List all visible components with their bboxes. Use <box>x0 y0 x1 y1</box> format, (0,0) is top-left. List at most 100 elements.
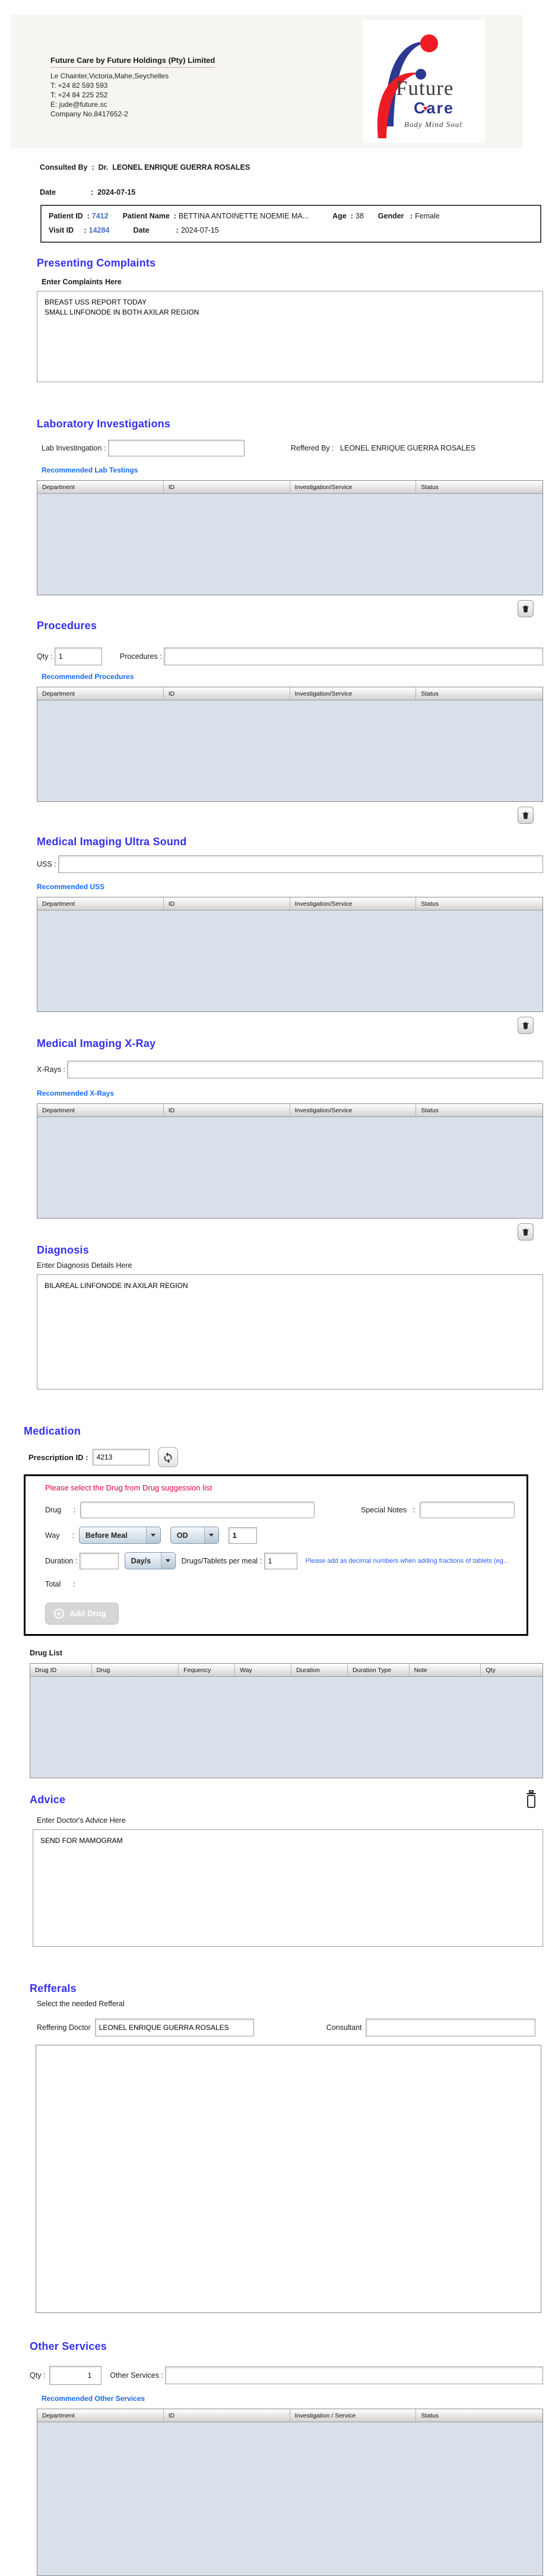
procedures-field-label: Procedures : <box>120 652 164 661</box>
xray-col-status: Status <box>416 1104 543 1116</box>
uss-input[interactable] <box>58 855 543 873</box>
patient-id-value: 7412 <box>92 212 109 220</box>
lab-delete-button[interactable] <box>518 600 534 617</box>
add-drug-label: Add Drug <box>69 1609 106 1618</box>
chevron-down-icon <box>204 1527 218 1543</box>
patient-gender-label: Gender : <box>378 212 413 220</box>
trash-icon <box>521 810 530 820</box>
drug-list-table-body <box>30 1677 543 1778</box>
visit-id-label: Visit ID : <box>49 226 87 234</box>
logo-word-care: Care ♥ <box>414 99 462 118</box>
uss-delete-button[interactable] <box>518 1017 534 1034</box>
other-services-table: Department ID Investigation / Service St… <box>37 2409 543 2576</box>
chevron-down-icon <box>146 1527 160 1543</box>
patient-name-value: BETTINA ANTOINETTE NOEMIE MA... <box>179 212 309 220</box>
complaints-textarea[interactable]: BREAST USS REPORT TODAY SMALL LINFONODE … <box>37 291 543 382</box>
patient-name-label: Patient Name : <box>123 212 176 220</box>
refferals-title: Refferals <box>30 1982 552 1995</box>
drug-suggestion-warning: Please select the Drug from Drug suggess… <box>45 1483 526 1492</box>
trash-icon <box>521 1227 530 1237</box>
os-col-investigation: Investigation / Service <box>290 2409 417 2422</box>
drug-col-qty: Qty <box>481 1664 543 1676</box>
uss-table: Department ID Investigation/Service Stat… <box>37 897 543 1012</box>
duration-input[interactable] <box>80 1553 119 1569</box>
recommended-xray-link[interactable]: Recommended X-Rays <box>37 1089 552 1097</box>
laboratory-title: Laboratory Investigations <box>37 418 552 430</box>
uss-col-id: ID <box>164 897 290 910</box>
drug-input[interactable] <box>80 1502 315 1518</box>
lab-investigation-input[interactable] <box>108 440 245 456</box>
meal-select[interactable]: Before Meal <box>79 1527 161 1544</box>
recommended-lab-testings-link[interactable]: Recommended Lab Testings <box>42 466 552 474</box>
os-field-label: Other Services : <box>110 2371 165 2380</box>
xray-label: X-Rays : <box>37 1065 67 1074</box>
xray-delete-button[interactable] <box>518 1223 534 1241</box>
drug-label: Drug : <box>45 1506 75 1514</box>
os-col-id: ID <box>164 2409 290 2422</box>
duration-type-value: Day/s <box>125 1553 161 1569</box>
duration-type-select[interactable]: Day/s <box>125 1552 176 1569</box>
patient-age-label: Age : <box>332 212 353 220</box>
procedures-qty-label: Qty : <box>37 652 55 661</box>
per-meal-input[interactable] <box>264 1553 297 1569</box>
drug-col-note: Note <box>410 1664 481 1676</box>
prescription-refresh-button[interactable] <box>158 1447 178 1467</box>
diagnosis-textarea[interactable]: BILAREAL LINFONODE IN AXILAR REGION <box>37 1274 543 1389</box>
recommended-procedures-link[interactable]: Recommended Procedures <box>42 672 552 681</box>
recommended-other-services-link[interactable]: Recommended Other Services <box>42 2394 552 2403</box>
xray-input[interactable] <box>67 1061 543 1078</box>
visit-date-label: Date : <box>133 226 178 234</box>
prescription-id-label: Prescription ID : <box>28 1453 93 1462</box>
lab-testings-table: Department ID Investigation/Service Stat… <box>37 480 543 595</box>
logo-tagline: Body Mind Soul <box>404 120 462 129</box>
special-notes-input[interactable] <box>420 1502 515 1518</box>
os-col-department: Department <box>37 2409 164 2422</box>
company-logo: Future Care ♥ Body Mind Soul <box>363 20 485 143</box>
advice-delete-button[interactable] <box>522 1788 540 1812</box>
reffering-doctor-input[interactable] <box>95 2019 254 2036</box>
consult-date-value: 2024-07-15 <box>97 188 135 196</box>
visit-date-value: 2024-07-15 <box>181 226 219 234</box>
add-drug-button[interactable]: + Add Drug <box>45 1603 119 1625</box>
consultant-input[interactable] <box>366 2019 535 2036</box>
proc-col-id: ID <box>164 687 290 700</box>
way-qty-input[interactable] <box>229 1527 257 1544</box>
uss-label: USS : <box>37 860 58 868</box>
other-services-title: Other Services <box>30 2340 552 2353</box>
procedures-input[interactable] <box>164 648 543 665</box>
proc-col-investigation: Investigation/Service <box>290 687 417 700</box>
other-services-table-body <box>37 2422 543 2575</box>
company-name: Future Care by Future Holdings (Pty) Lim… <box>50 56 215 68</box>
plus-icon: + <box>54 1609 64 1619</box>
uss-col-investigation: Investigation/Service <box>290 897 417 910</box>
drug-col-frequency: Fequency <box>179 1664 235 1676</box>
xray-table: Department ID Investigation/Service Stat… <box>37 1103 543 1219</box>
lab-col-status: Status <box>416 481 543 493</box>
advice-textarea[interactable]: SEND FOR MAMOGRAM <box>33 1829 543 1947</box>
frequency-select-value: OD <box>171 1527 204 1543</box>
frequency-select[interactable]: OD <box>170 1527 219 1544</box>
os-input[interactable] <box>165 2366 543 2384</box>
patient-gender-value: Female <box>415 212 440 220</box>
recommended-uss-link[interactable]: Recommended USS <box>37 883 552 891</box>
os-qty-label: Qty : <box>30 2371 49 2380</box>
referred-by-label: Reffered By : <box>291 444 340 452</box>
lab-table-body <box>37 494 543 595</box>
advice-title: Advice <box>30 1794 65 1806</box>
patient-age-value: 38 <box>356 212 364 220</box>
referred-by-value: LEONEL ENRIQUE GUERRA ROSALES <box>340 444 475 452</box>
complaints-label: Enter Complaints Here <box>42 278 552 286</box>
duration-label: Duration : <box>45 1557 80 1565</box>
proc-col-status: Status <box>416 687 543 700</box>
medication-entry-panel: Please select the Drug from Drug suggess… <box>24 1474 528 1636</box>
chevron-down-icon <box>161 1553 175 1569</box>
drug-list-table: Drug ID Drug Fequency Way Duration Durat… <box>30 1663 543 1778</box>
os-qty-input[interactable] <box>49 2366 101 2385</box>
procedures-qty-input[interactable] <box>55 648 102 665</box>
drug-col-id: Drug ID <box>30 1664 92 1676</box>
xray-col-department: Department <box>37 1104 164 1116</box>
uss-title: Medical Imaging Ultra Sound <box>37 836 552 848</box>
procedures-delete-button[interactable] <box>518 807 534 824</box>
total-label: Total : <box>45 1580 75 1588</box>
prescription-id-input[interactable] <box>93 1449 150 1465</box>
